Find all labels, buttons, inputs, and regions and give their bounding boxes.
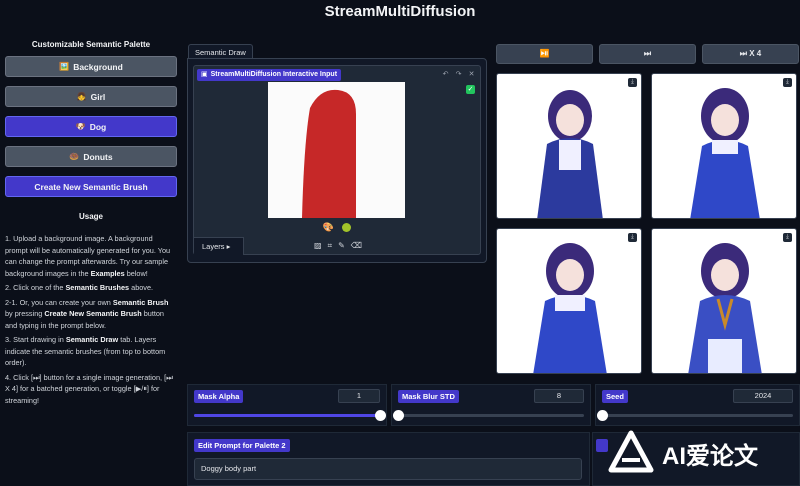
secondary-label	[596, 439, 608, 452]
slider-thumb[interactable]	[393, 410, 404, 421]
watermark-text: AI爱论文	[662, 442, 758, 470]
slider-value-input[interactable]: 8	[534, 389, 584, 403]
usage-heading: Usage	[78, 212, 103, 221]
slider-label: Seed	[602, 390, 628, 403]
slider-track[interactable]	[597, 410, 793, 421]
watermark-logo-icon	[608, 430, 654, 473]
anime-girl-image	[533, 243, 607, 373]
mask-alpha-slider: Mask Alpha 1	[187, 384, 387, 426]
slider-value-input[interactable]: 1	[338, 389, 380, 403]
brush-button-background[interactable]: 🖼️ Background	[5, 56, 177, 77]
crop-icon[interactable]: ⌗	[328, 241, 333, 251]
image-icon: 🖼️	[59, 62, 70, 71]
editor-label: ▣ StreamMultiDiffusion Interactive Input	[197, 69, 342, 81]
checkmark-icon[interactable]: ✓	[466, 85, 475, 94]
brush-button-dog[interactable]: 🐶 Dog	[5, 116, 177, 137]
watermark: AI爱论文	[608, 420, 800, 486]
slider-value-input[interactable]: 2024	[733, 389, 793, 403]
brush-label: Dog	[89, 121, 107, 132]
generate-batch-button[interactable]: ⏭ X 4	[702, 44, 799, 64]
prompt-panel: Edit Prompt for Palette 2 Doggy body par…	[187, 432, 590, 486]
output-image[interactable]: ⤓	[496, 228, 642, 374]
redo-icon[interactable]: ↷	[454, 70, 463, 79]
create-brush-button[interactable]: Create New Semantic Brush	[5, 176, 177, 197]
output-image[interactable]: ⤓	[651, 228, 797, 374]
slider-label: Mask Blur STD	[398, 390, 459, 403]
undo-icon[interactable]: ↶	[441, 70, 450, 79]
slider-track[interactable]	[194, 410, 386, 421]
brush-label: Girl	[90, 91, 106, 102]
usage-step: 1. Upload a background image. A backgrou…	[5, 234, 171, 278]
download-icon[interactable]: ⤓	[628, 233, 637, 242]
tool-toolbar: ▨ ⌗ ✎ ⌫	[314, 241, 362, 251]
slider-label: Mask Alpha	[194, 390, 244, 403]
image-icon[interactable]: ▨	[314, 241, 322, 251]
brush-button-donuts[interactable]: 🍩 Donuts	[5, 146, 177, 167]
slider-thumb[interactable]	[597, 410, 608, 421]
slider-fill	[194, 414, 380, 417]
left-panel: Customizable Semantic Palette 🖼️ Backgro…	[5, 40, 177, 409]
girl-icon: 👧	[76, 92, 87, 101]
tab-semantic-draw[interactable]: Semantic Draw	[188, 44, 253, 59]
usage-step: 3. Start drawing in Semantic Draw tab. L…	[5, 335, 166, 367]
output-image[interactable]: ⤓	[651, 73, 797, 219]
brush-label: Donuts	[83, 151, 113, 162]
image-icon: ▣	[201, 71, 208, 78]
anime-girl-image	[690, 88, 760, 218]
prompt-label: Edit Prompt for Palette 2	[194, 439, 290, 452]
slider-track[interactable]	[393, 410, 584, 421]
usage-step: 2-1. Or, you can create your own Semanti…	[5, 297, 169, 330]
app-title: StreamMultiDiffusion	[324, 3, 476, 20]
mask-blur-slider: Mask Blur STD 8	[391, 384, 591, 426]
eraser-icon[interactable]: ⌫	[351, 241, 362, 251]
slider-thumb[interactable]	[375, 410, 386, 421]
brush-color-swatch[interactable]	[342, 223, 352, 232]
brush-icon[interactable]: ✎	[338, 241, 345, 251]
close-icon[interactable]: ✕	[467, 70, 476, 79]
palette-heading: Customizable Semantic Palette	[31, 40, 151, 49]
brush-button-girl[interactable]: 👧 Girl	[5, 86, 177, 107]
usage-step: 4. Click [⏭] button for a single image g…	[5, 372, 173, 405]
download-icon[interactable]: ⤓	[628, 78, 637, 87]
brush-label: Background	[73, 61, 123, 72]
palette-icon[interactable]: 🎨	[323, 222, 334, 233]
editor-controls: ↶ ↷ ✕	[441, 70, 476, 79]
usage-instructions: 1. Upload a background image. A backgrou…	[5, 233, 177, 406]
dog-icon: 🐶	[75, 122, 86, 131]
prompt-input[interactable]: Doggy body part	[194, 458, 582, 480]
usage-step: 2. Click one of the Semantic Brushes abo…	[5, 283, 154, 292]
donut-icon: 🍩	[69, 152, 80, 161]
anime-girl-image	[537, 90, 603, 218]
image-editor: ▣ StreamMultiDiffusion Interactive Input…	[193, 65, 481, 255]
layers-button[interactable]: Layers ▸	[194, 237, 244, 255]
stream-toggle-button[interactable]: ⏯️	[496, 44, 593, 64]
anime-girl-image	[688, 243, 762, 373]
drawing-canvas[interactable]	[268, 82, 405, 218]
download-icon[interactable]: ⤓	[783, 78, 792, 87]
download-icon[interactable]: ⤓	[783, 233, 792, 242]
output-image[interactable]: ⤓	[496, 73, 642, 219]
generate-button[interactable]: ⏭	[599, 44, 696, 64]
color-toolbar: 🎨	[194, 222, 480, 233]
brush-stroke	[302, 89, 356, 218]
